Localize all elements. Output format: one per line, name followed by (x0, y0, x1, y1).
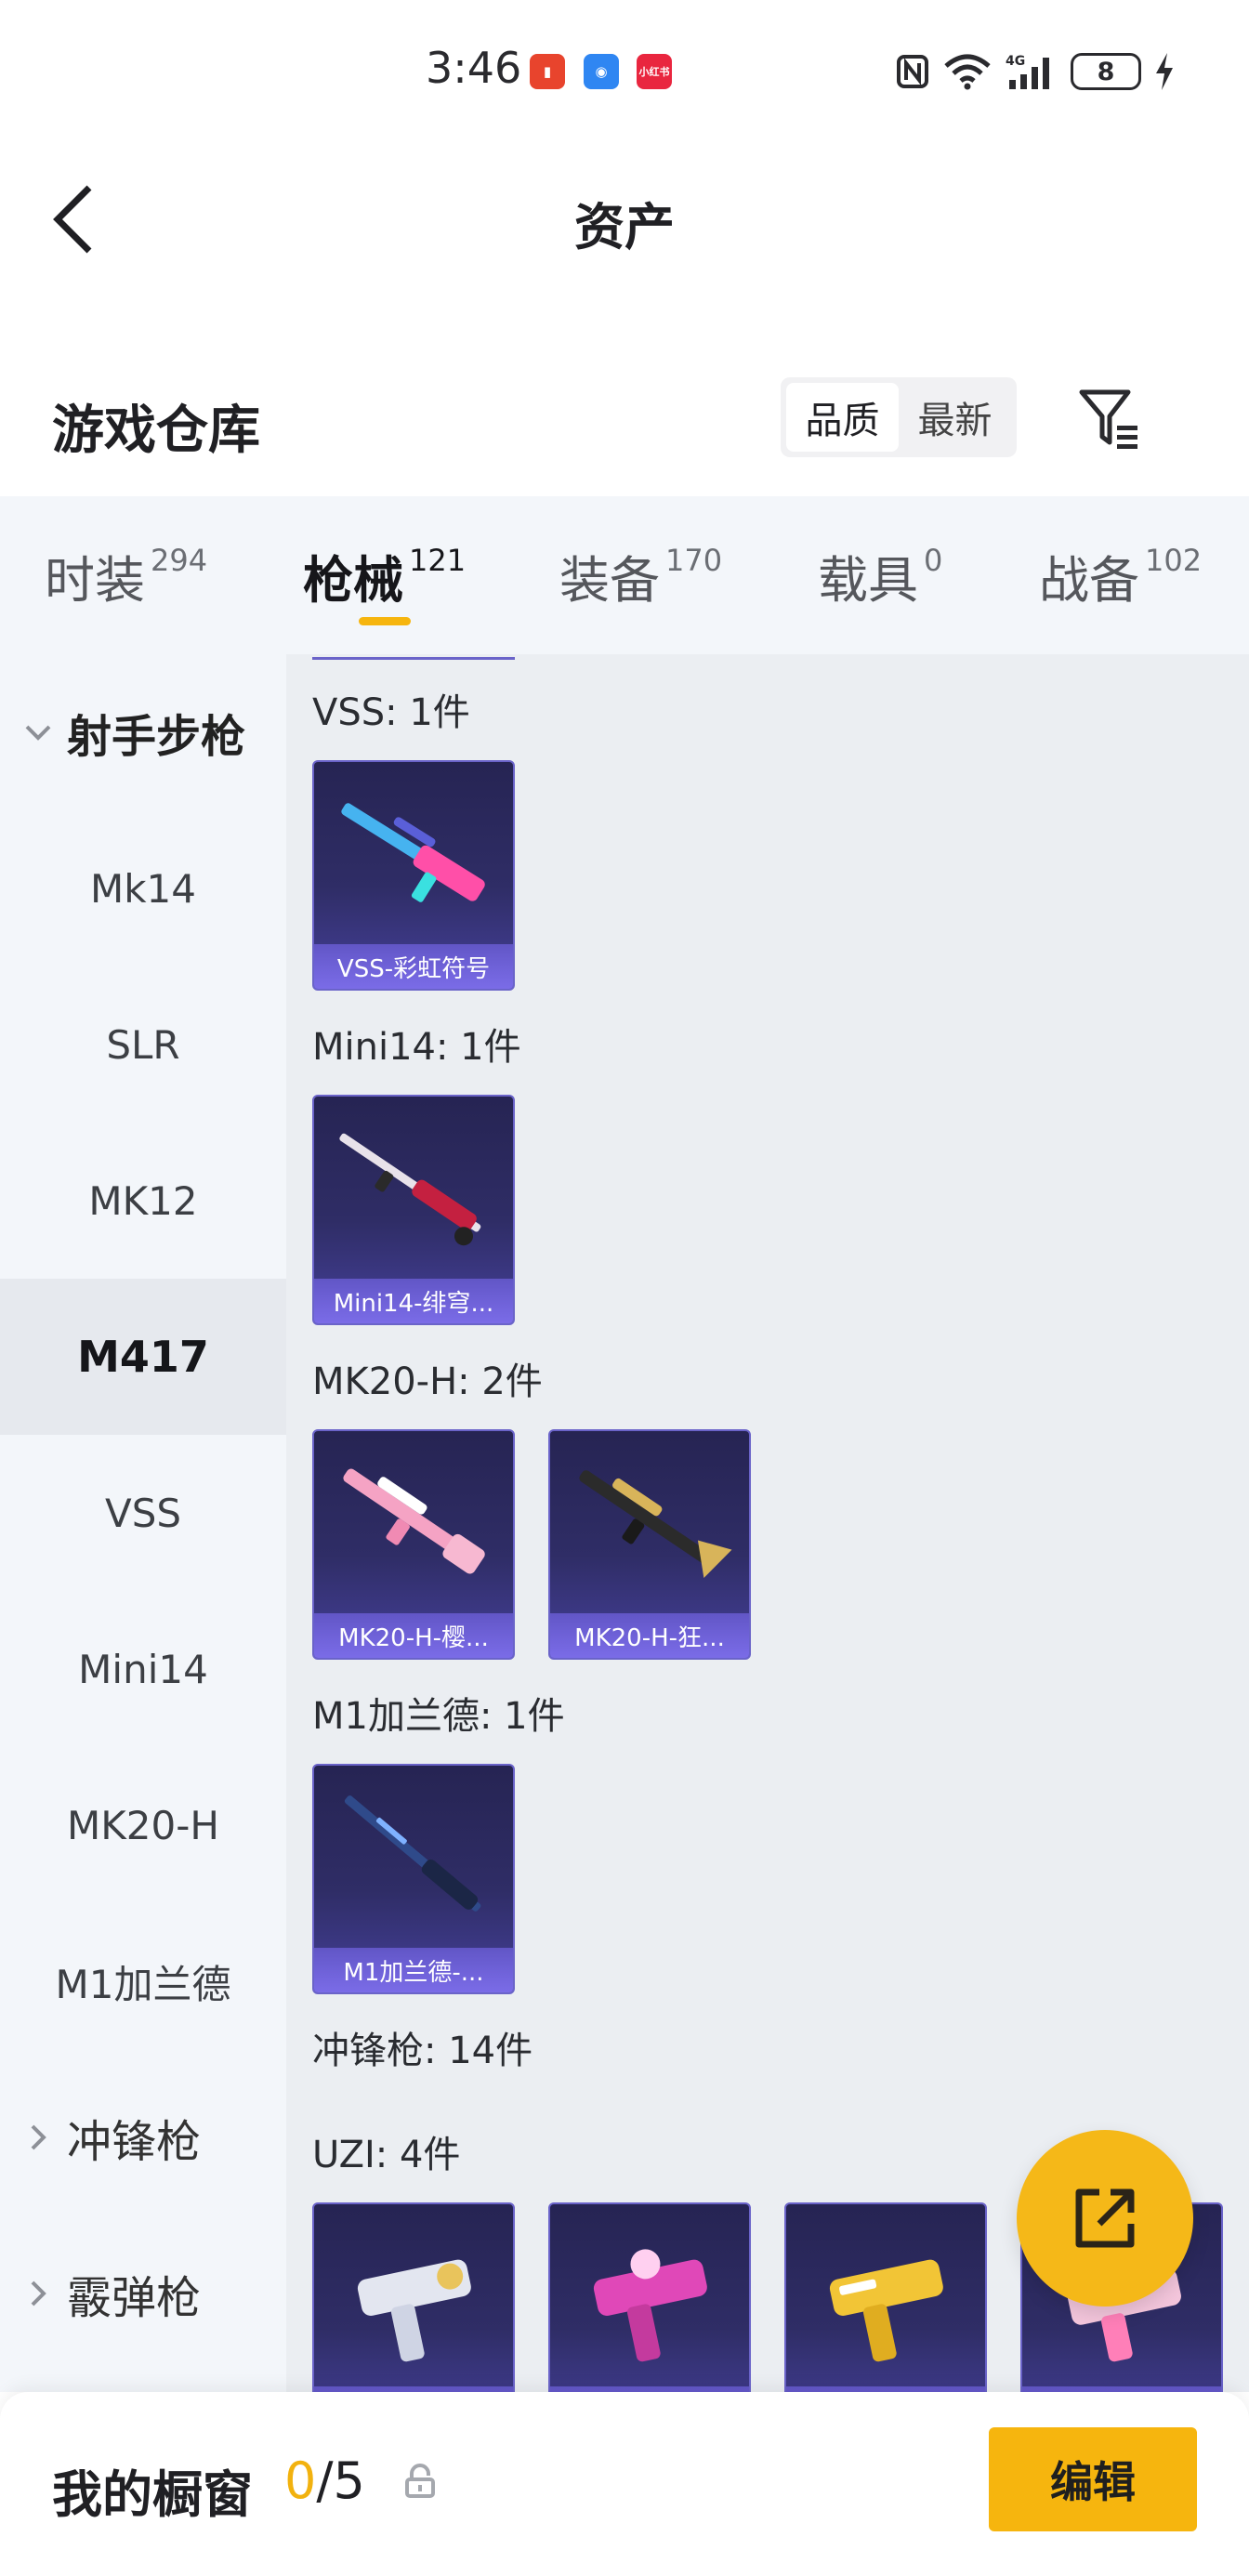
weapon-card[interactable]: MK20-H-狂... (548, 1429, 751, 1660)
sidebar-group-marksman-rifle[interactable]: 射手步枪 (0, 654, 286, 810)
sidebar-item-m1-garand[interactable]: M1加兰德 (0, 1903, 286, 2059)
tab-label: 载具 (818, 551, 918, 610)
lock-icon (405, 2464, 435, 2498)
sidebar-item-mk12[interactable]: MK12 (0, 1123, 286, 1279)
sidebar-item-mini14[interactable]: Mini14 (0, 1591, 286, 1747)
tab-label: 装备 (559, 551, 660, 610)
sidebar-group-label: 冲锋枪 (67, 2116, 202, 2168)
smg-skin-image (593, 2249, 707, 2362)
chevron-down-icon (22, 716, 54, 748)
section-header-m1-garand: M1加兰德: 1件 (312, 1695, 565, 1738)
tab-vehicles[interactable]: 载具 0 (818, 539, 942, 612)
section-header-mk20h: MK20-H: 2件 (312, 1360, 543, 1403)
weapon-card[interactable] (548, 2202, 751, 2392)
weapon-card-caption: MK20-H-狂... (550, 1613, 749, 1658)
tab-count: 170 (665, 543, 723, 578)
notification-xiaohongshu-icon: 小红书 (637, 54, 672, 89)
nfc-icon (897, 55, 928, 88)
tab-supplies[interactable]: 战备 102 (1039, 539, 1202, 612)
weapon-card-caption: MK20-H-樱... (314, 1613, 513, 1658)
status-time: 3:46 (426, 43, 522, 93)
rifle-skin-image (339, 1133, 481, 1246)
warehouse-title: 游戏仓库 (52, 401, 260, 461)
notification-headset-icon: ◉ (584, 54, 619, 89)
rifle-skin-image (579, 1470, 732, 1579)
weapon-card[interactable]: Mini14-绯穹... (312, 1095, 515, 1325)
showcase-total: /5 (316, 2451, 365, 2510)
system-status-icons: 4G 8 (896, 52, 1175, 91)
battery-indicator: 8 (1071, 53, 1141, 90)
filter-button[interactable] (1076, 385, 1143, 452)
rifle-skin-image (343, 1468, 485, 1574)
showcase-label: 我的橱窗 (52, 2465, 253, 2524)
tab-count: 0 (924, 543, 943, 578)
sidebar-item-mk20h[interactable]: MK20-H (0, 1747, 286, 1903)
section-header-vss: VSS: 1件 (312, 691, 470, 734)
weapon-card[interactable] (784, 2202, 987, 2392)
rifle-skin-image (344, 1795, 481, 1912)
sort-newest-option[interactable]: 最新 (899, 383, 1011, 452)
sort-toggle: 品质 最新 (781, 377, 1017, 457)
status-bar: 3:46 ▮ ◉ 小红书 4G 8 (0, 0, 1249, 139)
previous-card-edge (312, 654, 515, 660)
filter-icon (1079, 389, 1137, 449)
tab-label: 时装 (45, 551, 145, 610)
sidebar-group-smg[interactable]: 冲锋枪 (0, 2059, 286, 2215)
notification-app-icon: ▮ (530, 54, 565, 89)
share-button[interactable] (1017, 2130, 1193, 2307)
chevron-right-icon (22, 2122, 54, 2153)
weapon-card[interactable]: VSS-彩虹符号 (312, 760, 515, 991)
weapon-card[interactable]: M1加兰德-... (312, 1764, 515, 1994)
edit-button[interactable]: 编辑 (989, 2427, 1197, 2531)
weapon-card-caption: M1加兰德-... (314, 1948, 513, 1992)
sort-quality-option[interactable]: 品质 (786, 383, 899, 452)
category-tabs: 时装 294 枪械 121 装备 170 载具 0 战备 102 (0, 496, 1249, 654)
battery-level: 8 (1097, 57, 1115, 86)
showcase-used-count: 0 (284, 2451, 317, 2510)
sidebar-group-shotgun[interactable]: 霰弹枪 (0, 2215, 286, 2372)
weapon-type-sidebar: 射手步枪 Mk14 SLR MK12 M417 VSS Mini14 MK20-… (0, 654, 286, 2392)
sidebar-item-vss[interactable]: VSS (0, 1435, 286, 1591)
showcase-bar: 我的橱窗 0/5 编辑 (0, 2392, 1249, 2576)
weapon-card-caption: Mini14-绯穹... (314, 1279, 513, 1323)
tab-label: 战备 (1039, 551, 1139, 610)
cellular-4g-icon: 4G (1006, 54, 1049, 89)
active-tab-indicator (359, 617, 411, 625)
sidebar-group-label: 霰弹枪 (67, 2272, 202, 2324)
tab-count: 121 (409, 543, 467, 578)
page-title: 资产 (574, 198, 675, 256)
tab-label: 枪械 (303, 551, 403, 610)
sidebar-item-slr[interactable]: SLR (0, 966, 286, 1123)
showcase-count: 0/5 (284, 2451, 365, 2510)
chevron-right-icon (22, 2278, 54, 2309)
weapon-card[interactable]: MK20-H-樱... (312, 1429, 515, 1660)
smg-skin-image (357, 2259, 471, 2362)
tab-equipment[interactable]: 装备 170 (559, 539, 722, 612)
tab-weapons[interactable]: 枪械 121 (303, 539, 466, 612)
share-icon (1075, 2188, 1135, 2248)
sidebar-item-mk14[interactable]: Mk14 (0, 810, 286, 966)
svg-text:4G: 4G (1006, 54, 1025, 69)
sidebar-group-label: 射手步枪 (67, 711, 246, 763)
tab-skins[interactable]: 时装 294 (45, 539, 207, 612)
wifi-icon (944, 54, 991, 90)
section-header-uzi: UZI: 4件 (312, 2134, 461, 2176)
tab-count: 294 (151, 543, 208, 578)
weapon-card[interactable] (312, 2202, 515, 2392)
section-header-smg: 冲锋枪: 14件 (312, 2030, 533, 2072)
rifle-skin-image (341, 803, 485, 902)
sidebar-item-m417[interactable]: M417 (0, 1279, 286, 1435)
weapon-card-caption: VSS-彩虹符号 (314, 944, 513, 989)
smg-skin-image (829, 2259, 943, 2362)
charging-bolt-icon (1156, 53, 1173, 90)
section-header-mini14: Mini14: 1件 (312, 1026, 521, 1069)
tab-count: 102 (1145, 543, 1203, 578)
